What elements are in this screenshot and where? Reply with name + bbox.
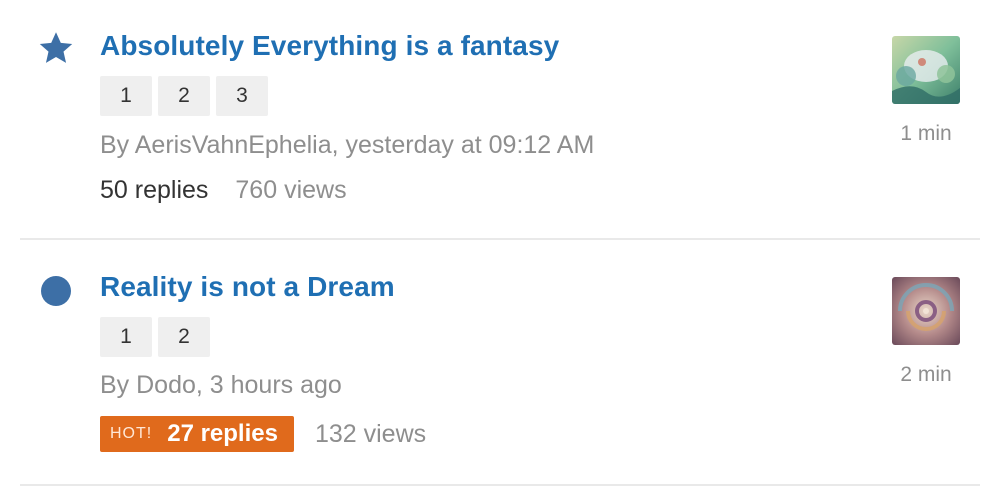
page-link-3[interactable]: 3 [216,76,268,116]
hot-label: HOT! [110,425,153,442]
page-link-1[interactable]: 1 [100,317,152,357]
last-post-time[interactable]: 1 min [892,122,960,146]
topic-stats: HOT! 27 replies 132 views [100,416,426,452]
views-count: 132 views [314,419,427,448]
topic-meta: By Dodo, 3 hours ago [100,371,342,399]
topic-row: Reality is not a Dream 1 2 By Dodo, 3 ho… [20,240,980,486]
last-poster-avatar[interactable] [892,277,960,345]
last-poster-avatar[interactable] [892,36,960,104]
replies-count: 50 replies [100,176,209,204]
views-count: 760 views [235,176,347,204]
circle-icon [41,276,71,306]
page-link-2[interactable]: 2 [158,317,210,357]
topic-list: Absolutely Everything is a fantasy 1 2 3… [0,0,1000,495]
last-post-time[interactable]: 2 min [892,363,960,387]
topic-title[interactable]: Reality is not a Dream [100,271,395,303]
hot-badge: HOT! 27 replies [100,416,294,452]
topic-stats: 50 replies 760 views [100,176,347,205]
page-links: 1 2 [100,317,210,357]
page-link-2[interactable]: 2 [158,76,210,116]
topic-meta: By AerisVahnEphelia, yesterday at 09:12 … [100,131,595,159]
replies-count: 27 replies [167,420,278,447]
topic-row: Absolutely Everything is a fantasy 1 2 3… [20,0,980,240]
topic-title[interactable]: Absolutely Everything is a fantasy [100,30,559,62]
star-icon [39,32,73,63]
page-link-1[interactable]: 1 [100,76,152,116]
page-links: 1 2 3 [100,76,268,116]
